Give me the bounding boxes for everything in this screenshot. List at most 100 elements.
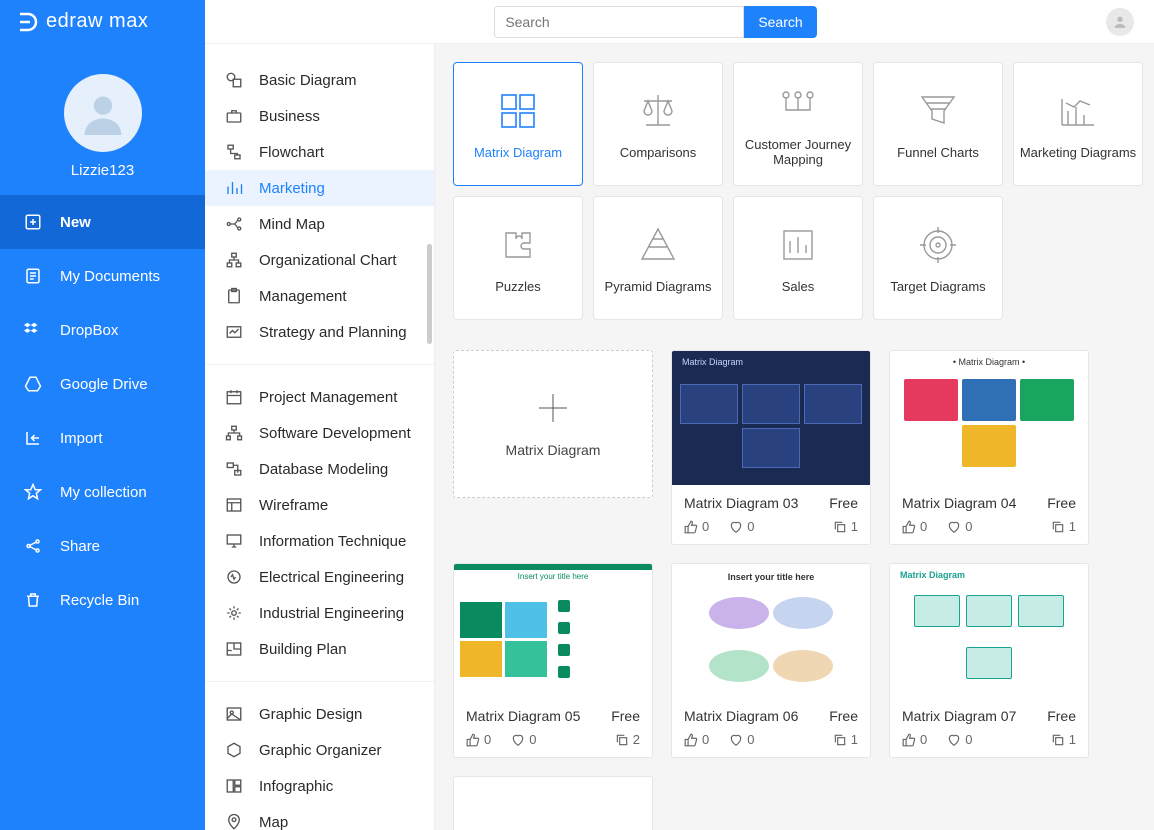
template-price: Free — [611, 708, 640, 724]
nav-import[interactable]: Import — [0, 411, 205, 465]
profile-area[interactable]: Lizzie123 — [0, 64, 205, 195]
nav-my-collection[interactable]: My collection — [0, 465, 205, 519]
type-pyramid-diagrams[interactable]: Pyramid Diagrams — [593, 196, 723, 320]
type-label: Target Diagrams — [890, 279, 985, 294]
nav-label: DropBox — [60, 322, 118, 339]
nav-dropbox[interactable]: DropBox — [0, 303, 205, 357]
copy-count[interactable]: 2 — [615, 732, 640, 747]
template-card-03[interactable]: Matrix Diagram 03Free 0 0 1 — [671, 350, 871, 545]
template-thumb — [454, 777, 652, 830]
cat-business[interactable]: Business — [205, 98, 434, 134]
cat-mind-map[interactable]: Mind Map — [205, 206, 434, 242]
cat-org-chart[interactable]: Organizational Chart — [205, 242, 434, 278]
template-grid: Matrix Diagram Matrix Diagram 03Free 0 0… — [453, 350, 1144, 830]
copy-count[interactable]: 1 — [1051, 519, 1076, 534]
fav-count[interactable]: 0 — [729, 519, 754, 534]
cat-flowchart[interactable]: Flowchart — [205, 134, 434, 170]
cat-infographic[interactable]: Infographic — [205, 768, 434, 804]
copy-count[interactable]: 1 — [833, 519, 858, 534]
nav-share[interactable]: Share — [0, 519, 205, 573]
template-price: Free — [1047, 495, 1076, 511]
like-count[interactable]: 0 — [902, 519, 927, 534]
cat-label: Graphic Design — [259, 706, 362, 723]
like-count[interactable]: 0 — [684, 732, 709, 747]
cat-marketing[interactable]: Marketing — [205, 170, 434, 206]
import-icon — [24, 429, 42, 447]
search-input[interactable] — [494, 6, 744, 38]
cat-info-tech[interactable]: Information Technique — [205, 523, 434, 559]
type-marketing-diagrams[interactable]: Marketing Diagrams — [1013, 62, 1143, 186]
user-menu[interactable] — [1106, 8, 1134, 36]
type-label: Customer Journey Mapping — [738, 137, 858, 167]
map-pin-icon — [225, 813, 243, 830]
cat-label: Information Technique — [259, 533, 406, 550]
calendar-icon — [225, 388, 243, 406]
cat-label: Infographic — [259, 778, 333, 795]
cat-building[interactable]: Building Plan — [205, 631, 434, 667]
template-card-06[interactable]: Matrix Diagram 06Free 0 0 1 — [671, 563, 871, 758]
fav-count[interactable]: 0 — [947, 519, 972, 534]
fav-count[interactable]: 0 — [947, 732, 972, 747]
nav-label: Import — [60, 430, 103, 447]
cat-graphic-design[interactable]: Graphic Design — [205, 696, 434, 732]
nav-new[interactable]: New — [0, 195, 205, 249]
type-target-diagrams[interactable]: Target Diagrams — [873, 196, 1003, 320]
cat-ind-eng[interactable]: Industrial Engineering — [205, 595, 434, 631]
nav-my-documents[interactable]: My Documents — [0, 249, 205, 303]
cat-wireframe[interactable]: Wireframe — [205, 487, 434, 523]
type-sales[interactable]: Sales — [733, 196, 863, 320]
type-comparisons[interactable]: Comparisons — [593, 62, 723, 186]
fav-count[interactable]: 0 — [729, 732, 754, 747]
like-count[interactable]: 0 — [684, 519, 709, 534]
cat-label: Organizational Chart — [259, 252, 397, 269]
monitor-icon — [225, 532, 243, 550]
cat-label: Industrial Engineering — [259, 605, 404, 622]
cat-graphic-organizer[interactable]: Graphic Organizer — [205, 732, 434, 768]
template-name: Matrix Diagram 06 — [684, 708, 798, 724]
template-card-04[interactable]: Matrix Diagram 04Free 0 0 1 — [889, 350, 1089, 545]
matrix-icon — [496, 89, 540, 133]
image-icon — [225, 705, 243, 723]
nav-google-drive[interactable]: Google Drive — [0, 357, 205, 411]
cat-strategy[interactable]: Strategy and Planning — [205, 314, 434, 350]
circuit-icon — [225, 568, 243, 586]
app-logo[interactable]: edraw max — [0, 0, 205, 44]
template-card-next[interactable] — [453, 776, 653, 830]
content-area: Matrix Diagram Comparisons Customer Jour… — [435, 44, 1154, 830]
template-card-07[interactable]: Matrix Diagram 07Free 0 0 1 — [889, 563, 1089, 758]
type-label: Puzzles — [495, 279, 541, 294]
cat-project-mgmt[interactable]: Project Management — [205, 379, 434, 415]
copy-count[interactable]: 1 — [833, 732, 858, 747]
nav-recycle-bin[interactable]: Recycle Bin — [0, 573, 205, 627]
floorplan-icon — [225, 640, 243, 658]
copy-count[interactable]: 1 — [1051, 732, 1076, 747]
cat-label: Software Development — [259, 425, 411, 442]
type-puzzles[interactable]: Puzzles — [453, 196, 583, 320]
new-blank-template[interactable]: Matrix Diagram — [453, 350, 653, 498]
fav-count[interactable]: 0 — [511, 732, 536, 747]
type-funnel-charts[interactable]: Funnel Charts — [873, 62, 1003, 186]
type-label: Sales — [782, 279, 815, 294]
avatar-icon — [64, 74, 142, 152]
search-button[interactable]: Search — [744, 6, 816, 38]
cat-db-modeling[interactable]: Database Modeling — [205, 451, 434, 487]
clipboard-icon — [225, 287, 243, 305]
cat-software-dev[interactable]: Software Development — [205, 415, 434, 451]
cat-label: Wireframe — [259, 497, 328, 514]
template-card-05[interactable]: Matrix Diagram 05Free 0 0 2 — [453, 563, 653, 758]
journey-icon — [776, 81, 820, 125]
cat-elec-eng[interactable]: Electrical Engineering — [205, 559, 434, 595]
cat-label: Management — [259, 288, 347, 305]
like-count[interactable]: 0 — [466, 732, 491, 747]
type-matrix-diagram[interactable]: Matrix Diagram — [453, 62, 583, 186]
cat-basic-diagram[interactable]: Basic Diagram — [205, 62, 434, 98]
type-customer-journey[interactable]: Customer Journey Mapping — [733, 62, 863, 186]
cat-map[interactable]: Map — [205, 804, 434, 830]
flowchart-icon — [225, 143, 243, 161]
cat-management[interactable]: Management — [205, 278, 434, 314]
cat-label: Graphic Organizer — [259, 742, 382, 759]
nav-label: Share — [60, 538, 100, 555]
type-label: Funnel Charts — [897, 145, 979, 160]
nav-label: New — [60, 214, 91, 231]
like-count[interactable]: 0 — [902, 732, 927, 747]
